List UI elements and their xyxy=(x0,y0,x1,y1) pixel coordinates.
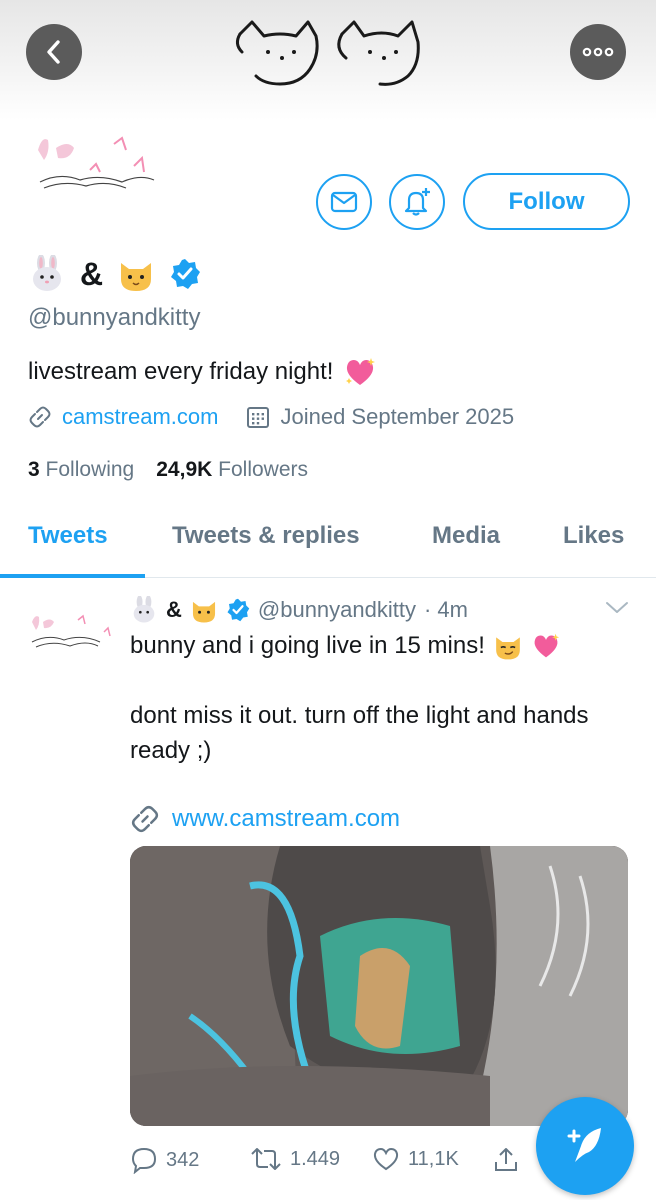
tweet-line-1: bunny and i going live in 15 mins! xyxy=(130,628,630,663)
display-name-ampersand: & xyxy=(80,255,104,292)
compose-tweet-button[interactable] xyxy=(536,1097,634,1195)
cat-drawings-image xyxy=(235,20,420,86)
cat-face-icon xyxy=(192,601,215,623)
tab-media[interactable]: Media xyxy=(432,522,500,550)
tweet-body: bunny and i going live in 15 mins! dont … xyxy=(130,628,630,803)
sparkling-heart-icon xyxy=(346,358,376,385)
verified-badge-icon xyxy=(227,598,250,622)
compose-feather-icon xyxy=(567,1128,601,1162)
message-button[interactable] xyxy=(316,174,372,230)
heart-icon xyxy=(373,1147,399,1171)
envelope-icon xyxy=(330,191,358,213)
tab-likes[interactable]: Likes xyxy=(563,522,624,550)
active-tab-indicator xyxy=(0,574,145,578)
tweet-photo xyxy=(130,846,628,1126)
followers-link[interactable]: 24,9K Followers xyxy=(156,458,308,482)
chevron-left-icon xyxy=(47,40,60,64)
followers-label: Followers xyxy=(218,458,308,481)
profile-avatar-logo[interactable] xyxy=(30,130,190,200)
tab-tweets[interactable]: Tweets xyxy=(28,522,108,550)
followers-count: 24,9K xyxy=(156,458,213,481)
tweet-link-url[interactable]: www.camstream.com xyxy=(172,805,400,833)
rabbit-face-icon xyxy=(33,255,61,291)
follow-button[interactable]: Follow xyxy=(463,173,630,230)
retweet-button[interactable]: 1.449 xyxy=(250,1146,340,1172)
reply-count: 342 xyxy=(166,1148,200,1171)
share-button[interactable] xyxy=(492,1146,520,1174)
profile-website-link[interactable]: camstream.com xyxy=(62,404,218,430)
cat-face-icon xyxy=(121,263,152,291)
share-icon xyxy=(495,1148,517,1171)
retweet-count: 1.449 xyxy=(290,1147,341,1170)
tab-tweets-replies[interactable]: Tweets & replies xyxy=(172,522,360,550)
profile-bio: livestream every friday night! xyxy=(28,356,377,388)
more-options-button[interactable] xyxy=(570,24,626,80)
bio-text: livestream every friday night! xyxy=(28,358,334,385)
retweet-icon xyxy=(251,1148,281,1170)
tweet-header: & @bunnyandkitty · 4m xyxy=(130,592,468,628)
follow-stats: 3 Following 24,9K Followers xyxy=(28,458,308,482)
verified-badge-icon xyxy=(171,259,201,289)
tweet-author-avatar[interactable] xyxy=(28,612,118,654)
link-icon xyxy=(131,805,159,833)
reply-icon xyxy=(131,1147,157,1174)
tweet-author-handle[interactable]: @bunnyandkitty xyxy=(258,597,416,623)
tweet-author-ampersand: & xyxy=(166,597,182,622)
link-icon xyxy=(29,406,51,428)
profile-banner xyxy=(0,0,656,120)
display-name: & xyxy=(28,254,201,294)
rabbit-face-icon xyxy=(133,596,155,623)
smirking-cat-icon xyxy=(496,636,520,659)
profile-tabs: Tweets Tweets & replies Media Likes xyxy=(0,504,656,578)
tweet-timestamp: · 4m xyxy=(423,597,468,622)
profile-handle: @bunnyandkitty xyxy=(28,304,201,331)
following-label: Following xyxy=(45,458,135,481)
tweet-line-1-text: bunny and i going live in 15 mins! xyxy=(130,632,485,659)
like-button[interactable]: 11,1K xyxy=(372,1146,459,1172)
reply-button[interactable]: 342 xyxy=(130,1146,199,1174)
bell-plus-icon xyxy=(404,188,430,216)
notifications-button[interactable] xyxy=(389,174,445,230)
tweet-link-card[interactable]: www.camstream.com xyxy=(130,804,400,834)
calendar-icon xyxy=(247,407,270,428)
chevron-down-icon[interactable] xyxy=(604,600,630,616)
tweet-media-image[interactable] xyxy=(130,846,628,1126)
sparkling-heart-icon xyxy=(534,633,560,657)
like-count: 11,1K xyxy=(408,1147,459,1170)
tweet-line-2: dont miss it out. turn off the light and… xyxy=(130,702,589,764)
following-link[interactable]: 3 Following xyxy=(28,458,134,482)
profile-joined-date: Joined September 2025 xyxy=(280,404,515,429)
following-count: 3 xyxy=(28,458,40,481)
back-button[interactable] xyxy=(26,24,82,80)
profile-meta: camstream.com Joined September 2025 xyxy=(28,404,514,430)
more-dots-icon xyxy=(582,47,614,57)
